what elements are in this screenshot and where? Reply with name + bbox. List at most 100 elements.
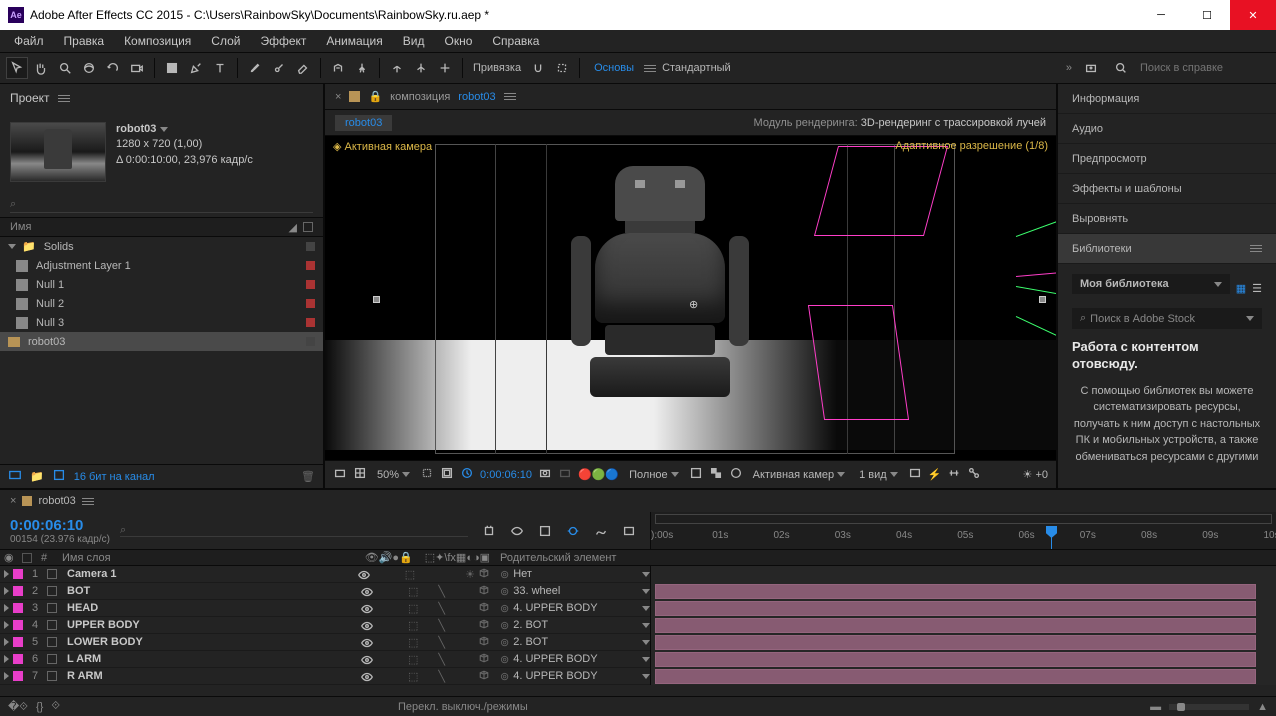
local-axis-icon[interactable] — [386, 57, 408, 79]
layer-color-label[interactable] — [13, 603, 23, 613]
expand-icon[interactable]: {} — [36, 701, 43, 713]
layer-bar-area[interactable] — [650, 600, 1276, 617]
project-item[interactable]: Null 2 — [0, 294, 323, 313]
world-axis-icon[interactable] — [410, 57, 432, 79]
solo-icon[interactable]: ⬚ — [408, 585, 418, 598]
project-item[interactable]: Adjustment Layer 1 — [0, 256, 323, 275]
graph-editor-icon[interactable] — [590, 520, 612, 542]
layer-bar-area[interactable] — [650, 668, 1276, 685]
shy-icon[interactable] — [506, 520, 528, 542]
project-search-input[interactable] — [10, 196, 313, 213]
parent-dropdown[interactable]: ⊚4. UPPER BODY — [500, 670, 650, 683]
new-comp-icon[interactable] — [52, 468, 66, 485]
layer-bar-area[interactable] — [650, 617, 1276, 634]
view-axis-icon[interactable] — [434, 57, 456, 79]
render-module-value[interactable]: 3D-рендеринг с трассировкой лучей — [861, 117, 1046, 129]
frame-blend-icon[interactable] — [534, 520, 556, 542]
mode-icon[interactable]: ╲ — [438, 585, 445, 598]
overflow-icon[interactable]: » — [1066, 62, 1072, 74]
solo-icon[interactable]: ⬚ — [408, 653, 418, 666]
roto-tool[interactable] — [327, 57, 349, 79]
timeline-tab-name[interactable]: robot03 — [38, 495, 75, 507]
active-camera-label[interactable]: ◈ Активная камера — [325, 136, 440, 157]
timeline-search-input[interactable] — [120, 524, 468, 537]
visibility-toggle[interactable] — [360, 585, 372, 597]
close-tab-icon[interactable]: × — [10, 495, 16, 507]
layer-name[interactable]: L ARM — [61, 653, 211, 665]
snapshot-icon[interactable] — [538, 466, 552, 483]
orbit-tool[interactable] — [78, 57, 100, 79]
visibility-toggle[interactable] — [360, 619, 372, 631]
layer-row[interactable]: 7R ARM⬚╲⊚4. UPPER BODY — [0, 668, 1276, 685]
visibility-toggle[interactable] — [360, 636, 372, 648]
bpc-label[interactable]: 16 бит на канал — [74, 471, 155, 483]
parent-dropdown[interactable]: ⊚Нет — [500, 568, 650, 581]
layer-clip[interactable] — [655, 584, 1256, 599]
visibility-toggle[interactable] — [360, 653, 372, 665]
frame-icon[interactable]: ⟐ — [51, 700, 60, 713]
3d-toggle[interactable] — [478, 652, 490, 667]
layer-row[interactable]: 3HEAD⬚╲⊚4. UPPER BODY — [0, 600, 1276, 617]
minimize-button[interactable]: ─ — [1138, 0, 1184, 30]
work-area-bar[interactable] — [655, 514, 1272, 524]
resolution-dropdown[interactable]: Полное — [625, 469, 683, 481]
panel-tab[interactable]: Эффекты и шаблоны — [1058, 174, 1276, 204]
menu-эффект[interactable]: Эффект — [250, 31, 316, 51]
layer-clip[interactable] — [655, 652, 1256, 667]
panel-tab[interactable]: Аудио — [1058, 114, 1276, 144]
toggle-switches-label[interactable]: Перекл. выключ./режимы — [398, 701, 528, 713]
project-item[interactable]: Null 3 — [0, 313, 323, 332]
panel-menu-icon[interactable] — [1250, 245, 1262, 252]
layer-color-label[interactable] — [13, 654, 23, 664]
visibility-toggle[interactable] — [360, 602, 372, 614]
twirl-icon[interactable] — [4, 570, 9, 578]
col-number[interactable]: # — [36, 552, 52, 564]
library-select[interactable]: Моя библиотека — [1072, 274, 1230, 294]
parent-dropdown[interactable]: ⊚33. wheel — [500, 585, 650, 598]
anchor-point-icon[interactable]: ⊕ — [689, 298, 703, 312]
project-item[interactable]: Null 1 — [0, 275, 323, 294]
twirl-icon[interactable] — [4, 604, 9, 612]
trash-icon[interactable]: 🗑 — [301, 470, 315, 483]
layer-clip[interactable] — [655, 635, 1256, 650]
3d-view-icon[interactable] — [729, 466, 743, 483]
3d-toggle[interactable] — [478, 584, 490, 599]
stock-search-input[interactable]: ⌕ Поиск в Adobe Stock — [1072, 308, 1262, 329]
res-icon[interactable] — [420, 466, 434, 483]
clone-tool[interactable] — [268, 57, 290, 79]
channels-icon[interactable]: 🔴🟢🔵 — [578, 468, 619, 481]
layer-name[interactable]: UPPER BODY — [61, 619, 211, 631]
layer-clip[interactable] — [655, 601, 1256, 616]
layer-bar-area[interactable] — [650, 634, 1276, 651]
parent-dropdown[interactable]: ⊚2. BOT — [500, 619, 650, 632]
workspace-standard[interactable]: Стандартный — [662, 62, 731, 74]
selection-tool[interactable] — [6, 57, 28, 79]
mode-icon[interactable]: ╲ — [438, 670, 445, 683]
zoom-slider[interactable] — [1169, 704, 1249, 710]
text-tool[interactable] — [209, 57, 231, 79]
toggle-switches-icon[interactable]: �⟐ — [8, 700, 28, 714]
puppet-tool[interactable] — [351, 57, 373, 79]
sync-icon[interactable] — [1080, 57, 1102, 79]
zoom-dropdown[interactable]: 50% — [373, 469, 414, 481]
camera-tool[interactable] — [126, 57, 148, 79]
transparency-icon[interactable] — [709, 466, 723, 483]
layer-bar-area[interactable] — [650, 651, 1276, 668]
panel-tab[interactable]: Информация — [1058, 84, 1276, 114]
twirl-icon[interactable] — [4, 672, 9, 680]
grid-icon[interactable] — [353, 466, 367, 483]
layer-clip[interactable] — [655, 669, 1256, 684]
panel-tab[interactable]: Предпросмотр — [1058, 144, 1276, 174]
panel-tab[interactable]: Выровнять — [1058, 204, 1276, 234]
layer-name[interactable]: HEAD — [61, 602, 211, 614]
layer-color-label[interactable] — [13, 620, 23, 630]
motion-blur-icon[interactable] — [562, 520, 584, 542]
layer-row[interactable]: 6L ARM⬚╲⊚4. UPPER BODY — [0, 651, 1276, 668]
timeline-icon[interactable] — [947, 466, 961, 483]
layer-name[interactable]: R ARM — [61, 670, 211, 682]
collapse-icon[interactable]: ☀ — [465, 568, 475, 581]
roi-icon[interactable] — [689, 466, 703, 483]
parent-dropdown[interactable]: ⊚2. BOT — [500, 636, 650, 649]
layer-row[interactable]: 2BOT⬚╲⊚33. wheel — [0, 583, 1276, 600]
layer-row[interactable]: 5LOWER BODY⬚╲⊚2. BOT — [0, 634, 1276, 651]
